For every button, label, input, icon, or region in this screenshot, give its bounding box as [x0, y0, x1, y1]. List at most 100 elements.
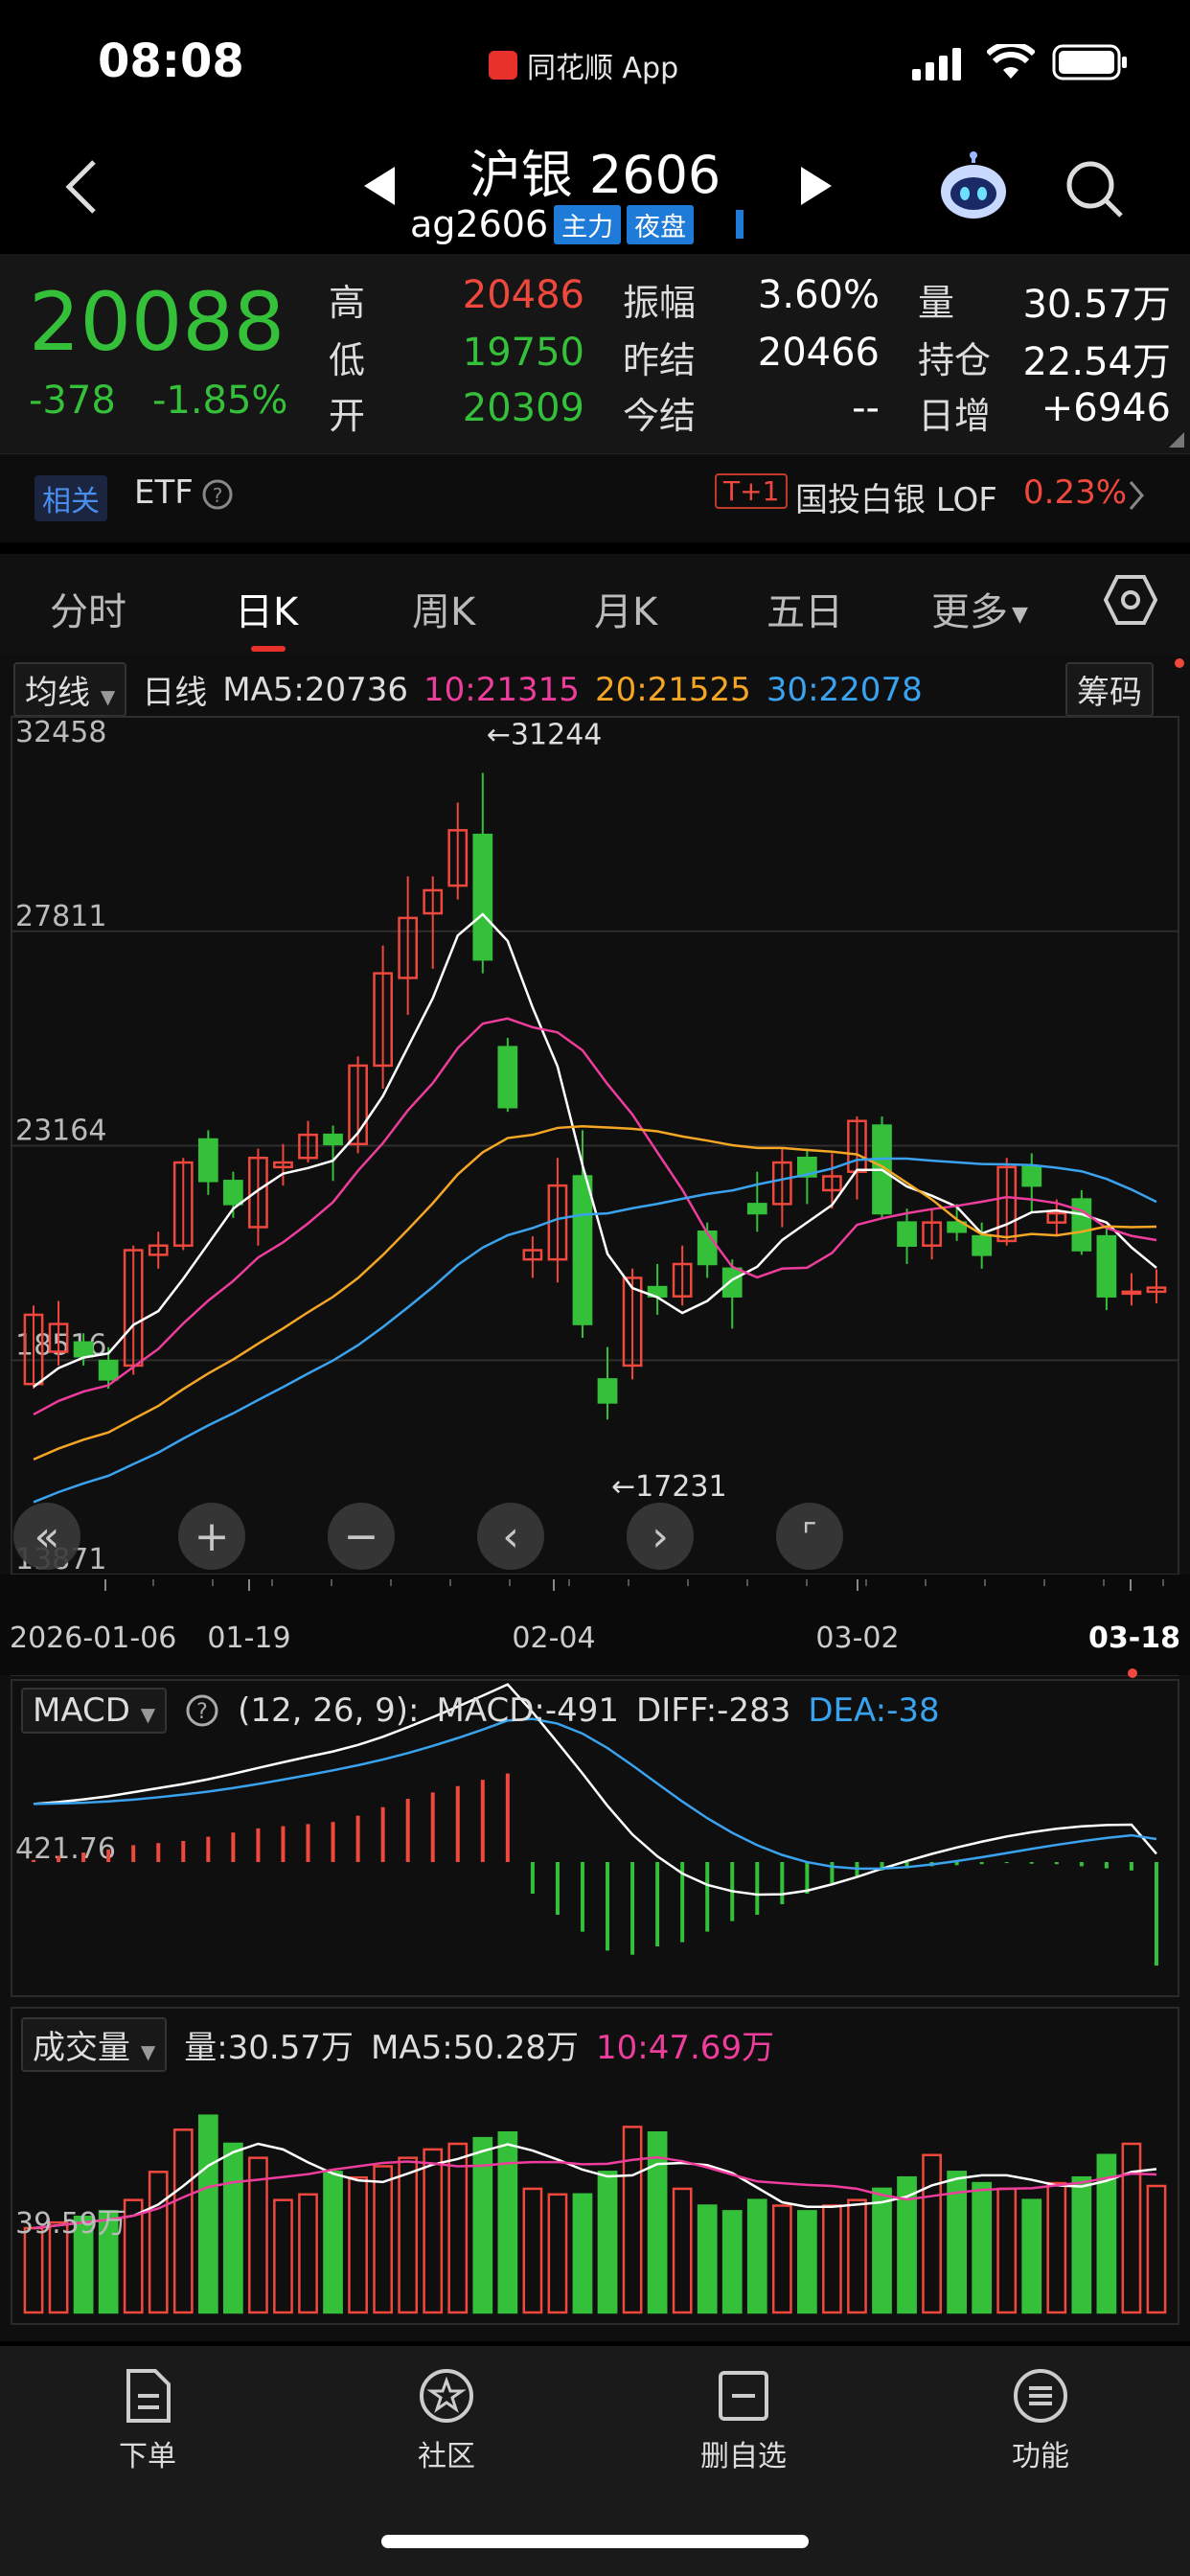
contract-title: 沪银 2606	[469, 145, 721, 205]
volume-bar	[797, 2210, 817, 2314]
remove-watchlist-icon	[719, 2371, 768, 2421]
candle-body	[472, 833, 493, 961]
diff-value: DIFF:-283	[636, 1691, 791, 1730]
candle-body	[972, 1234, 993, 1256]
caret-down-icon: ▼	[140, 2040, 156, 2063]
min-price-annotation: ←17231	[611, 1470, 727, 1504]
volume-bar	[721, 2210, 743, 2314]
ma5-value: MA5:20736	[222, 670, 409, 709]
tab-timeshare[interactable]: 分时	[50, 581, 126, 636]
tab-more-label: 更多	[931, 590, 1008, 634]
ma-select[interactable]: 均线 ▼	[13, 662, 127, 717]
volume-bar	[771, 2204, 792, 2314]
volume-bar	[23, 2226, 44, 2314]
nav-functions[interactable]: 功能	[964, 2367, 1117, 2474]
next-contract-icon[interactable]	[795, 165, 834, 207]
contract-code: ag2606	[410, 203, 549, 245]
scroll-left-button[interactable]: ‹	[477, 1503, 544, 1570]
scroll-right-button[interactable]: ›	[627, 1503, 694, 1570]
macd-row: MACD ▼ ? (12, 26, 9): MACD:-491 DIFF:-28…	[21, 1688, 940, 1734]
ma-select-label: 均线	[25, 674, 90, 712]
amplitude-label: 振幅	[623, 282, 697, 324]
open-interest-label: 持仓	[918, 339, 992, 381]
volume-bar	[647, 2131, 668, 2314]
candle-body	[98, 1359, 119, 1381]
volume-ma5: MA5:50.28万	[371, 2029, 580, 2067]
chip-button[interactable]: 筹码	[1065, 662, 1154, 717]
scroll-left-fast-button[interactable]: «	[13, 1503, 80, 1570]
volume-select[interactable]: 成交量 ▼	[21, 2017, 168, 2072]
volume-bar	[922, 2153, 942, 2314]
macd-axis-label: 421.76	[15, 1832, 116, 1866]
header: 沪银 2606 ag2606 主力 夜盘	[0, 125, 1190, 254]
settings-hexagon-icon[interactable]	[1104, 573, 1157, 627]
volume-bar	[547, 2193, 568, 2314]
candle-body	[746, 1203, 767, 1215]
volume-value: 30.57万	[1022, 283, 1171, 327]
status-app-label: 同花顺 App	[527, 52, 679, 85]
fund-name[interactable]: 国投白银 LOF	[795, 473, 997, 520]
volume-label: 量	[918, 282, 955, 324]
kline-chart[interactable]: 3245827811231641851613871←31244←17231202…	[0, 712, 1190, 2332]
nav-remove-watchlist[interactable]: 删自选	[667, 2367, 820, 2474]
volume-bar	[398, 2156, 419, 2314]
nav-community[interactable]: 社区	[370, 2367, 523, 2474]
volume-bar	[1121, 2142, 1142, 2314]
volume-axis-label: 39.59万	[15, 2207, 126, 2241]
high-label: 高	[329, 282, 366, 324]
candle-body	[497, 1046, 518, 1109]
volume-select-label: 成交量	[33, 2029, 130, 2067]
volume-bar	[373, 2165, 393, 2314]
low-label: 低	[329, 339, 366, 381]
zoom-out-button[interactable]: −	[328, 1503, 395, 1570]
related-tag: 相关	[34, 475, 107, 521]
chart-area: 均线 ▼ 日线 MA5:20736 10:21315 20:21525 30:2…	[0, 655, 1190, 2341]
candle-body	[223, 1180, 243, 1206]
settle-value: --	[852, 386, 880, 430]
period-label: 日线	[142, 674, 208, 712]
fullscreen-button[interactable]: ⌜	[776, 1503, 843, 1570]
expand-corner-icon[interactable]	[1169, 432, 1184, 448]
home-indicator	[381, 2535, 809, 2548]
macd-help-icon[interactable]: ?	[184, 1692, 220, 1729]
caret-down-icon: ▼	[140, 1703, 156, 1726]
tab-monthly-k[interactable]: 月K	[594, 581, 657, 636]
tab-weekly-k[interactable]: 周K	[412, 581, 475, 636]
candle-body	[597, 1378, 618, 1404]
nav-order[interactable]: 下单	[71, 2367, 224, 2474]
ma10-line	[33, 1017, 1157, 1416]
functions-menu-icon	[1014, 2369, 1067, 2423]
etf-label[interactable]: ETF	[134, 473, 194, 512]
price-axis-label: 23164	[15, 1115, 106, 1148]
low-value: 19750	[462, 331, 584, 375]
nav-order-label: 下单	[119, 2440, 176, 2473]
volume-bar	[497, 2131, 518, 2314]
candle-body	[697, 1230, 718, 1266]
volume-bar	[822, 2204, 842, 2314]
related-row[interactable]: 相关 ETF ? T+1 国投白银 LOF 0.23%	[0, 453, 1190, 542]
chevron-right-icon[interactable]	[1127, 480, 1146, 511]
tab-more[interactable]: 更多 ▼	[931, 581, 1028, 636]
price-axis-label: 27811	[15, 900, 106, 933]
active-tab-indicator	[251, 646, 286, 652]
search-icon[interactable]	[1064, 158, 1125, 219]
help-icon[interactable]: ?	[201, 478, 234, 511]
settle-label: 今结	[623, 395, 697, 437]
assistant-robot-icon[interactable]	[937, 151, 1010, 224]
prev-settle-value: 20466	[757, 331, 880, 375]
open-label: 开	[329, 395, 366, 437]
chip-notify-dot	[1175, 658, 1184, 668]
tab-five-day[interactable]: 五日	[767, 581, 843, 636]
volume-bar	[348, 2175, 368, 2314]
tab-daily-k[interactable]: 日K	[235, 581, 298, 636]
max-price-annotation: ←31244	[487, 718, 603, 751]
macd-select[interactable]: MACD ▼	[21, 1688, 168, 1734]
candle-body	[1096, 1234, 1117, 1298]
zoom-in-button[interactable]: +	[178, 1503, 245, 1570]
volume-bar	[522, 2187, 543, 2314]
last-price: 20088	[29, 275, 286, 369]
volume-bar	[1146, 2184, 1167, 2314]
volume-bar	[447, 2142, 469, 2314]
open-value: 20309	[462, 386, 584, 430]
app-logo-icon	[489, 51, 517, 80]
